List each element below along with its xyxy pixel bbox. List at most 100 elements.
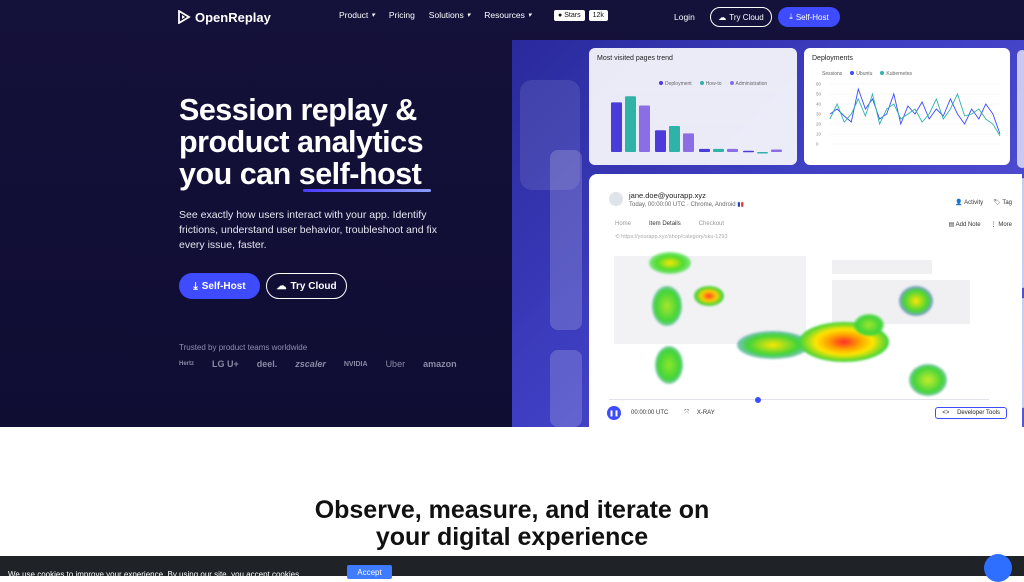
bar-administration: [771, 149, 782, 152]
tag-button[interactable]: 🏷 Tag: [993, 199, 1012, 206]
developer-tools-label: Developer Tools: [957, 410, 1000, 416]
timeline-track[interactable]: [609, 399, 989, 400]
top-nav: OpenReplay Product ▾ Pricing Solutions ▾ R…: [0, 0, 1024, 34]
chat-widget-button[interactable]: [984, 554, 1012, 582]
self-host-label: Self-Host: [795, 12, 829, 22]
bar-deployment: [655, 130, 666, 152]
nav-pricing-label: Pricing: [388, 10, 415, 20]
deployments-chart: 60 50 40 30 20 10 0: [816, 82, 1001, 147]
tag-label: Tag: [1002, 200, 1012, 206]
nav-item-pricing[interactable]: Pricing: [389, 10, 415, 20]
github-stars[interactable]: ● Stars 12k: [554, 10, 608, 21]
trusted-label: Trusted by product teams worldwide: [179, 343, 308, 352]
more-label: More: [998, 222, 1012, 228]
hero-section: OpenReplay Product ▾ Pricing Solutions ▾ R…: [0, 0, 1024, 427]
bar-administration: [727, 148, 738, 152]
logo-deel: deel.: [256, 359, 278, 369]
player-time: 00:00:00 UTC: [631, 410, 669, 416]
openreplay-logo-icon: [178, 10, 191, 24]
try-cloud-label: Try Cloud: [729, 12, 764, 22]
self-host-button[interactable]: ⤓ Self-Host: [778, 7, 840, 27]
cloud-icon: ☁: [718, 12, 727, 22]
cookie-text: We use cookies to improve your experienc…: [8, 570, 302, 579]
download-icon: ⤓: [193, 280, 198, 292]
timeline-handle[interactable]: [755, 397, 761, 403]
session-url: ⟲ https://yourapp.xyz/shop/category/sku-…: [615, 234, 728, 240]
bar-how-to: [757, 152, 768, 154]
y-tick-label: 20: [816, 122, 822, 127]
add-note-label: Add Note: [955, 222, 981, 228]
logo-lg: LG U+: [212, 359, 239, 369]
nav-item-solutions[interactable]: Solutions ▾: [429, 10, 470, 20]
session-replay-card: jane.doe@yourapp.xyz Today, 00:00:00 UTC…: [589, 174, 1022, 427]
github-stars-label: ● Stars: [554, 10, 585, 21]
section-heading-text: Observe, measure, and iterate on your di…: [314, 496, 710, 551]
bar-deployment: [699, 148, 710, 152]
hero-self-host-button[interactable]: ⤓ Self-Host: [179, 273, 260, 299]
heatmap-spot: [652, 286, 682, 326]
bar-deployment: [743, 150, 754, 153]
heatmap-spot: [909, 364, 947, 396]
session-actions: 👤 Activity 🏷 Tag: [955, 199, 1012, 206]
nav-links: Product ▾ Pricing Solutions ▾ Resources ▾: [339, 10, 531, 20]
hero-try-cloud-label: Try Cloud: [290, 280, 337, 292]
session-user: jane.doe@yourapp.xyz: [629, 191, 706, 200]
nav-product-label: Product: [339, 10, 369, 20]
activity-label: Activity: [964, 200, 984, 206]
pause-icon[interactable]: ❚❚: [607, 406, 621, 420]
xray-label: X-RAY: [696, 409, 715, 416]
developer-tools-button[interactable]: <> Developer Tools: [935, 407, 1007, 419]
heatmap-spot: [737, 331, 809, 359]
bar-deployment: [611, 102, 622, 152]
wireframe-block: [832, 260, 932, 274]
session-url-text: https://yourapp.xyz/shop/category/sku-12…: [621, 234, 728, 240]
github-label-text: Stars: [564, 12, 581, 19]
activity-button[interactable]: 👤 Activity: [955, 199, 983, 206]
chevron-down-icon: ▾: [371, 12, 375, 19]
tab-home[interactable]: Home: [615, 221, 631, 227]
github-stars-count: 12k: [588, 10, 608, 21]
y-tick-label: 10: [816, 132, 822, 137]
nav-item-resources[interactable]: Resources ▾: [484, 10, 531, 20]
hero-subtitle: See exactly how users interact with your…: [179, 209, 437, 251]
add-note-button[interactable]: ▤ Add Note: [949, 221, 981, 228]
login-link[interactable]: Login: [674, 12, 695, 22]
nav-item-product[interactable]: Product ▾: [339, 10, 375, 20]
hero-try-cloud-button[interactable]: ☁ Try Cloud: [266, 273, 347, 299]
github-icon: ●: [558, 12, 563, 19]
session-tools: ▤ Add Note ⋮ More: [949, 221, 1012, 228]
accept-cookies-button[interactable]: Accept: [347, 565, 392, 579]
bar-how-to: [669, 125, 680, 152]
brand-name: OpenReplay: [195, 9, 271, 25]
heatmap-spot: [854, 314, 884, 336]
session-tabs: Home Item Details Checkout: [615, 221, 724, 227]
heatmap-spot: [649, 252, 691, 274]
xray-button[interactable]: ⤧ X-RAY: [684, 410, 714, 417]
download-icon: ⤓: [789, 12, 793, 21]
player-controls: ❚❚ 00:00:00 UTC ⤧ X-RAY <> Developer Too…: [607, 404, 1007, 422]
y-tick-label: 40: [816, 102, 822, 107]
logo-hertz: Hertz: [179, 361, 195, 367]
more-button[interactable]: ⋮ More: [991, 221, 1012, 228]
hero-title: Session replay & product analytics you c…: [179, 93, 424, 191]
try-cloud-button[interactable]: ☁ Try Cloud: [710, 7, 772, 27]
section-heading: Observe, measure, and iterate on your di…: [0, 497, 1024, 551]
title-underline: [303, 189, 431, 192]
chevron-down-icon: ▾: [466, 12, 471, 19]
y-tick-label: 30: [816, 112, 822, 117]
tab-item-details[interactable]: Item Details: [649, 221, 681, 227]
brand-logo[interactable]: OpenReplay: [178, 9, 271, 25]
pages-trend-card: Most visited pages trend Deployment How-…: [589, 48, 797, 165]
nav-solutions-label: Solutions: [428, 10, 464, 20]
tab-checkout[interactable]: Checkout: [699, 221, 724, 227]
bar-administration: [639, 105, 650, 152]
logo-nvidia: NVIDIA: [343, 360, 368, 368]
session-meta-text: Today, 00:00:00 UTC · Chrome, Android: [629, 202, 736, 208]
nav-resources-label: Resources: [484, 10, 525, 20]
heatmap-spot: [655, 346, 683, 384]
bar-administration: [683, 133, 694, 152]
logo-zscaler: zscaler: [295, 359, 326, 369]
y-tick-label: 0: [816, 142, 819, 147]
heatmap-spot: [694, 286, 724, 306]
logo-amazon: amazon: [423, 359, 457, 369]
